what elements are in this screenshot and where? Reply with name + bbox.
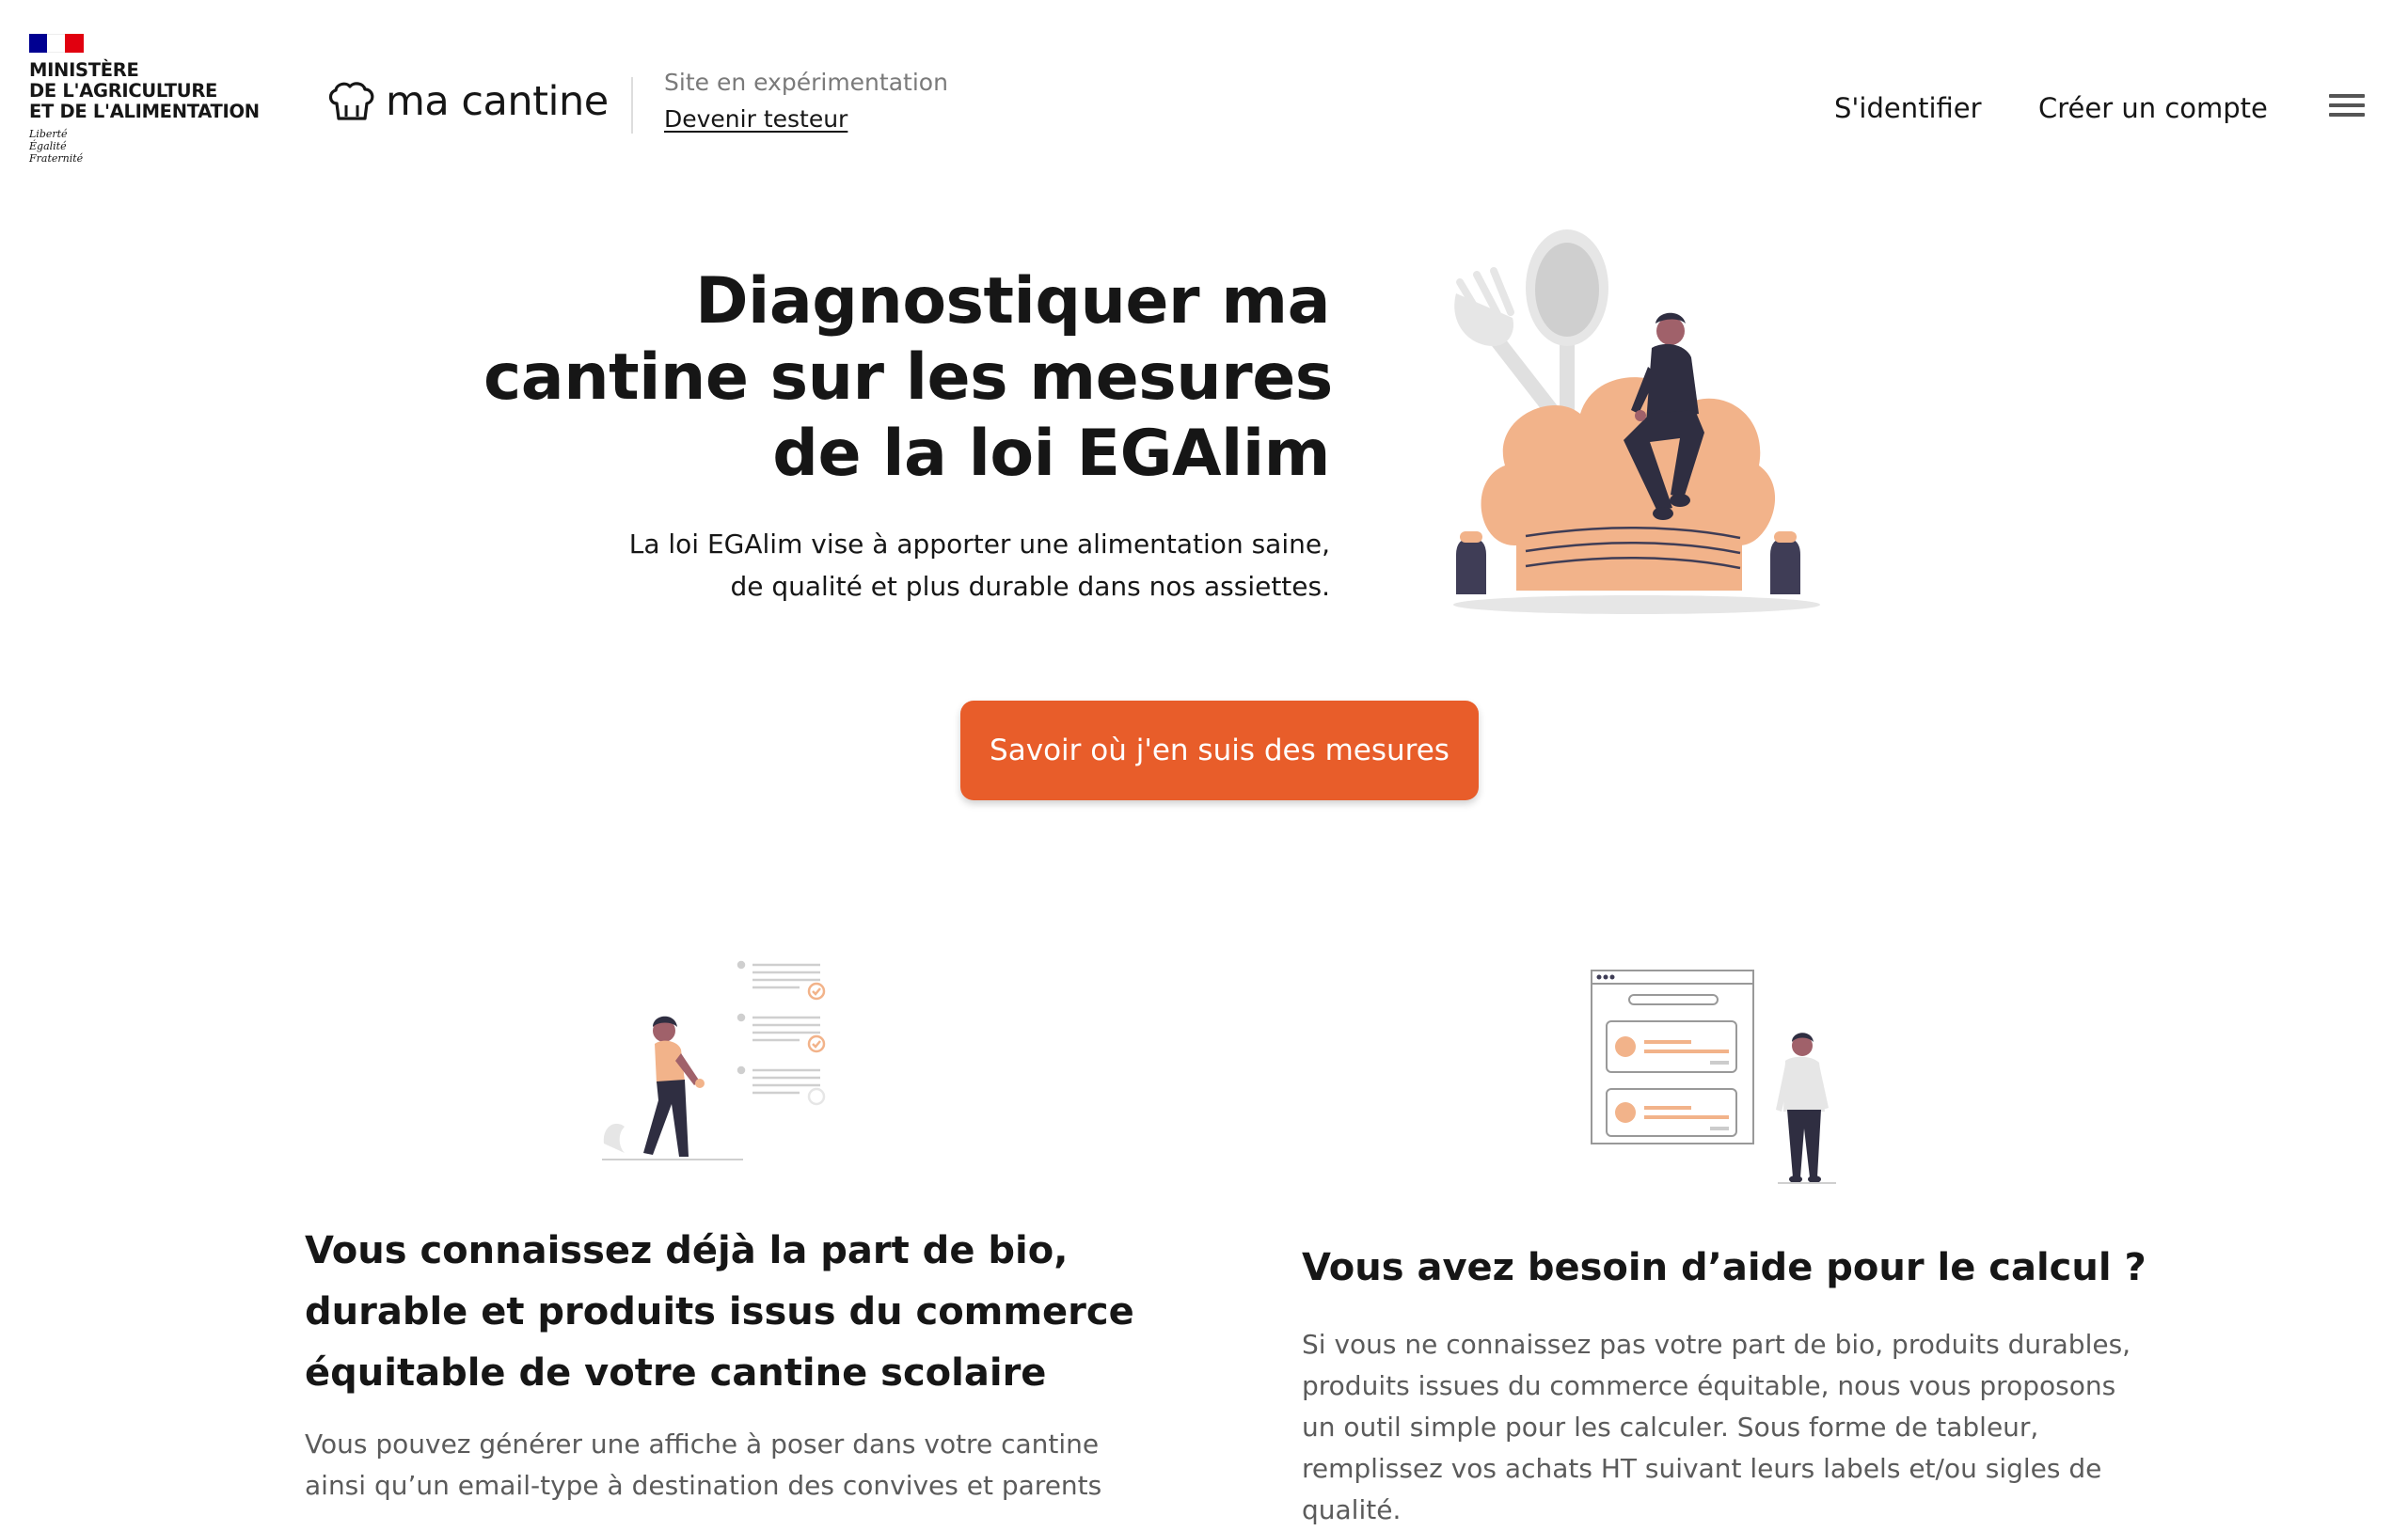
- ministry-name[interactable]: MINISTÈRE DE L'AGRICULTURE ET DE L'ALIME…: [29, 60, 260, 122]
- signup-link[interactable]: Créer un compte: [2038, 91, 2268, 125]
- card-calculation-help-text: Si vous ne connaissez pas votre part de …: [1302, 1324, 2148, 1531]
- card-title-line: équitable de votre cantine scolaire: [305, 1351, 1047, 1395]
- salt-shaker-illustration: [1456, 531, 1486, 594]
- hero-subtitle: La loi EGAlim vise à apporter une alimen…: [483, 523, 1330, 608]
- ministry-line: ET DE L'ALIMENTATION: [29, 101, 260, 122]
- ministry-line: MINISTÈRE: [29, 59, 139, 81]
- checklist-lines: [737, 960, 820, 1095]
- motto-line: Égalité: [29, 140, 67, 152]
- hero-subtitle-line: de qualité et plus durable dans nos assi…: [730, 571, 1330, 602]
- card-text-line: Vous pouvez générer une affiche à poser …: [305, 1428, 1100, 1460]
- brand-name[interactable]: ma cantine: [386, 75, 609, 128]
- card-known-share-title: Vous connaissez déjà la part de bio, dur…: [305, 1221, 1134, 1404]
- card-text-line: un outil simple pour les calculer. Sous …: [1302, 1412, 2039, 1443]
- checklist-illustration: [602, 960, 826, 1160]
- standing-woman-illustration: [643, 1016, 705, 1157]
- hamburger-icon[interactable]: [2329, 94, 2365, 120]
- card-calculation-help-title: Vous avez besoin d’aide pour le calcul ?: [1302, 1246, 2147, 1289]
- experiment-label: Site en expérimentation: [664, 69, 948, 96]
- hat-illustration: [1481, 377, 1776, 591]
- chef-hat-illustration: [1453, 229, 1820, 614]
- republique-francaise-flag: [29, 34, 84, 53]
- hero-title-line: de la loi EGAlim: [772, 417, 1330, 491]
- hero-title: Diagnostiquer ma cantine sur les mesures…: [483, 263, 1333, 492]
- hero-subtitle-line: La loi EGAlim vise à apporter une alimen…: [628, 529, 1330, 560]
- motto-line: Fraternité: [29, 152, 84, 165]
- calculator-form-illustration: [1591, 970, 1836, 1184]
- motto-line: Liberté: [29, 128, 68, 140]
- card-known-share-text: Vous pouvez générer une affiche à poser …: [305, 1424, 1151, 1507]
- hero-title-line: Diagnostiquer ma: [695, 264, 1330, 339]
- card-title-line: durable et produits issus du commerce: [305, 1290, 1134, 1334]
- ministry-line: DE L'AGRICULTURE: [29, 80, 218, 102]
- chef-hat-icon[interactable]: [327, 81, 376, 122]
- pepper-shaker-illustration: [1770, 531, 1800, 594]
- header-divider: [631, 77, 633, 134]
- card-text-line: qualité.: [1302, 1494, 1402, 1525]
- card-text-line: Si vous ne connaissez pas votre part de …: [1302, 1329, 2131, 1360]
- standing-man-illustration: [1776, 1033, 1829, 1183]
- card-text-line: remplissez vos achats HT suivant leurs l…: [1302, 1453, 2102, 1484]
- browser-window-illustration: [1591, 970, 1754, 1144]
- login-link[interactable]: S'identifier: [1834, 91, 1982, 125]
- card-text-line: ainsi qu’un email-type à destination des…: [305, 1470, 1102, 1501]
- become-tester-link[interactable]: Devenir testeur: [664, 105, 848, 134]
- cta-diagnostic-button[interactable]: Savoir où j'en suis des mesures: [960, 701, 1479, 800]
- hero-title-line: cantine sur les mesures: [483, 340, 1333, 415]
- card-text-line: produits issues du commerce équitable, n…: [1302, 1370, 2116, 1401]
- card-title-line: Vous connaissez déjà la part de bio,: [305, 1229, 1069, 1272]
- republic-motto: Liberté Égalité Fraternité: [29, 128, 83, 165]
